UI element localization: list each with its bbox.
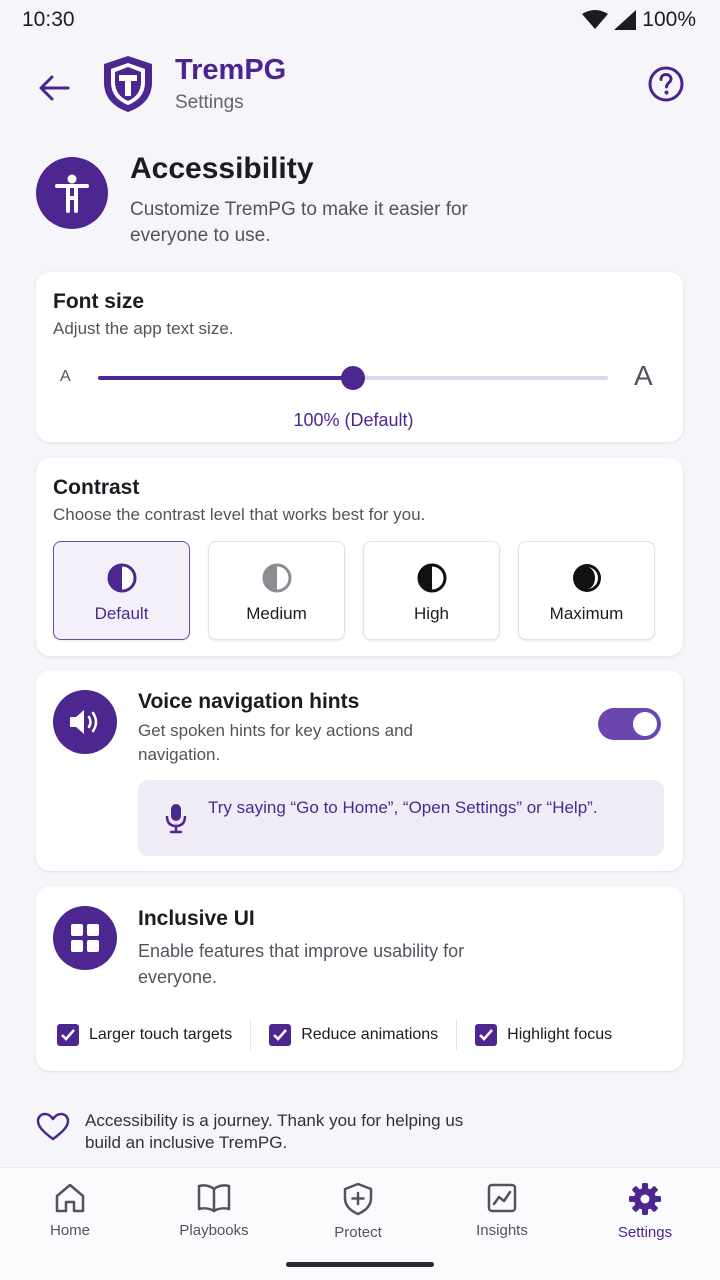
home-indicator[interactable] bbox=[286, 1262, 434, 1267]
help-button[interactable] bbox=[646, 64, 686, 104]
inclusive-options: Larger touch targets Reduce animations H… bbox=[57, 1020, 612, 1050]
signal-icon bbox=[614, 10, 637, 30]
back-button[interactable] bbox=[32, 66, 76, 110]
nav-playbooks[interactable]: Playbooks bbox=[154, 1182, 274, 1239]
font-small-label: A bbox=[60, 368, 71, 385]
check-reduce-animations[interactable]: Reduce animations bbox=[269, 1024, 438, 1046]
font-size-title: Font size bbox=[53, 290, 145, 313]
toggle-knob bbox=[633, 712, 657, 736]
nav-settings[interactable]: Settings bbox=[585, 1182, 705, 1241]
accessibility-icon bbox=[55, 174, 89, 213]
contrast-option-medium[interactable]: Medium bbox=[208, 541, 345, 640]
voice-badge bbox=[53, 690, 117, 754]
contrast-option-label: High bbox=[414, 604, 449, 623]
home-icon bbox=[55, 1183, 85, 1213]
app-title: TremPG bbox=[175, 54, 287, 86]
divider bbox=[250, 1020, 252, 1050]
app-logo bbox=[102, 54, 154, 114]
contrast-card: Contrast Choose the contrast level that … bbox=[36, 458, 683, 656]
nav-label: Insights bbox=[476, 1222, 528, 1239]
status-icons: 100% bbox=[582, 8, 696, 32]
contrast-maximum-icon bbox=[572, 564, 601, 592]
font-size-slider[interactable] bbox=[98, 366, 608, 390]
wifi-icon bbox=[582, 10, 609, 29]
help-icon bbox=[648, 66, 684, 102]
check-icon bbox=[273, 1029, 288, 1041]
footer-text: Accessibility is a journey. Thank you fo… bbox=[85, 1111, 464, 1152]
slider-thumb[interactable] bbox=[341, 366, 365, 390]
check-highlight-focus[interactable]: Highlight focus bbox=[475, 1024, 612, 1046]
page-description: Customize TremPG to make it easier for e… bbox=[130, 199, 468, 246]
speaker-icon bbox=[70, 710, 98, 734]
app-subtitle: Settings bbox=[175, 92, 244, 113]
book-icon bbox=[197, 1184, 231, 1213]
voice-hints-card: Voice navigation hints Get spoken hints … bbox=[36, 670, 683, 871]
checkbox[interactable] bbox=[269, 1024, 292, 1046]
shield-plus-icon bbox=[343, 1182, 373, 1216]
nav-label: Playbooks bbox=[179, 1222, 249, 1239]
microphone-icon bbox=[165, 804, 187, 834]
contrast-option-default[interactable]: Default bbox=[53, 541, 190, 640]
nav-label: Protect bbox=[334, 1224, 382, 1241]
inclusive-ui-description: Enable features that improve usability f… bbox=[138, 941, 465, 987]
font-large-label: A bbox=[634, 360, 653, 391]
contrast-option-label: Medium bbox=[246, 604, 307, 623]
contrast-high-icon bbox=[417, 563, 446, 593]
contrast-default-icon bbox=[107, 563, 136, 593]
checkbox[interactable] bbox=[475, 1024, 498, 1046]
inclusive-ui-card: Inclusive UI Enable features that improv… bbox=[36, 886, 683, 1071]
check-icon bbox=[61, 1029, 75, 1041]
contrast-option-high[interactable]: High bbox=[363, 541, 500, 640]
nav-label: Home bbox=[49, 1222, 90, 1239]
voice-hint-box: Try saying “Go to Home”, “Open Settings”… bbox=[138, 780, 664, 856]
gear-icon bbox=[629, 1183, 661, 1215]
arrow-left-icon bbox=[39, 75, 70, 101]
voice-hints-description: Get spoken hints for key actions and nav… bbox=[138, 721, 413, 764]
check-icon bbox=[479, 1029, 494, 1041]
status-bar: 10:30 100% bbox=[0, 0, 720, 40]
app-bar: TremPG Settings bbox=[0, 48, 720, 128]
battery-level: 100% bbox=[642, 8, 696, 31]
nav-label: Settings bbox=[617, 1224, 673, 1241]
font-size-value: 100% (Default) bbox=[293, 410, 414, 430]
status-time: 10:30 bbox=[22, 8, 75, 31]
contrast-option-label: Default bbox=[94, 604, 149, 623]
accessibility-badge bbox=[36, 157, 108, 229]
font-size-card: Font size Adjust the app text size. A A … bbox=[36, 272, 683, 442]
contrast-options: Default Medium High Maximum bbox=[53, 541, 655, 640]
contrast-description: Choose the contrast level that works bes… bbox=[53, 505, 426, 524]
contrast-title: Contrast bbox=[53, 476, 140, 499]
checkbox[interactable] bbox=[57, 1024, 79, 1046]
heart-icon bbox=[36, 1112, 70, 1141]
page-title: Accessibility bbox=[130, 152, 314, 185]
nav-protect[interactable]: Protect bbox=[298, 1182, 418, 1241]
contrast-option-label: Maximum bbox=[549, 604, 624, 623]
contrast-option-maximum[interactable]: Maximum bbox=[518, 541, 655, 640]
slider-fill bbox=[98, 376, 353, 380]
font-size-description: Adjust the app text size. bbox=[53, 319, 234, 338]
voice-hints-toggle[interactable] bbox=[598, 708, 661, 740]
inclusive-badge bbox=[53, 906, 117, 970]
divider bbox=[456, 1020, 458, 1050]
inclusive-ui-title: Inclusive UI bbox=[138, 907, 255, 930]
check-larger-touch-targets[interactable]: Larger touch targets bbox=[57, 1024, 232, 1046]
check-label: Reduce animations bbox=[301, 1026, 439, 1043]
chart-icon bbox=[487, 1183, 517, 1213]
nav-home[interactable]: Home bbox=[10, 1182, 130, 1239]
shield-logo-icon bbox=[104, 56, 152, 112]
contrast-medium-icon bbox=[262, 563, 291, 593]
grid-icon bbox=[71, 924, 99, 952]
voice-hints-title: Voice navigation hints bbox=[138, 690, 360, 713]
check-label: Larger touch targets bbox=[89, 1026, 233, 1043]
check-label: Highlight focus bbox=[507, 1026, 613, 1043]
nav-insights[interactable]: Insights bbox=[442, 1182, 562, 1239]
voice-hint-text: Try saying “Go to Home”, “Open Settings”… bbox=[208, 798, 598, 817]
